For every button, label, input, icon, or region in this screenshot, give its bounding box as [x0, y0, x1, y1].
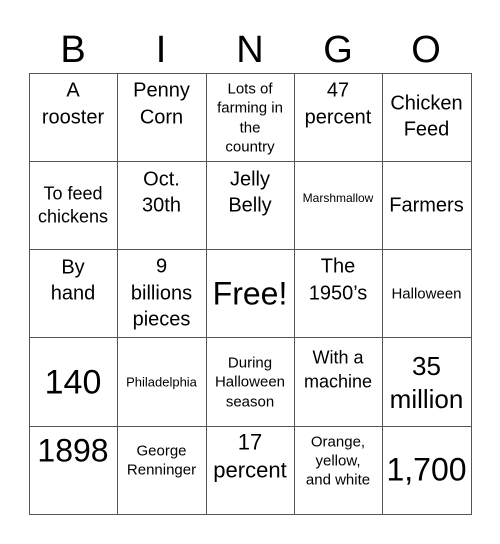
cell-text-line: Chicken	[390, 92, 463, 115]
bingo-cell-i3[interactable]: 9 billions pieces	[117, 249, 207, 338]
bingo-cell-b2[interactable]: To feed chickens	[29, 161, 118, 250]
bingo-cell-g4[interactable]: With a machine	[294, 337, 383, 427]
cell-text-line: 35	[412, 351, 441, 381]
cell-text-line: percent	[304, 106, 372, 129]
cell-text-line: A	[66, 79, 80, 102]
cell-text-line: the	[239, 119, 261, 137]
cell-text-line: Halloween	[214, 373, 286, 391]
bingo-cell-n5[interactable]: 17 percent	[206, 426, 295, 515]
cell-text-line: Halloween	[391, 285, 462, 303]
cell-text-line: Feed	[403, 118, 450, 141]
cell-text-line: Free!	[212, 275, 288, 312]
bingo-grid: Arooster Penny Corn Lots of farming in the cou…	[29, 73, 472, 515]
bingo-cell-i4[interactable]: Philadelphia	[117, 337, 207, 427]
cell-text-line: Lots of	[227, 80, 273, 98]
cell-text-line: machine	[303, 371, 373, 392]
bingo-cell-o1[interactable]: Chicken Feed	[382, 73, 472, 162]
cell-text-line: Oct.	[143, 168, 180, 191]
header-letter-b: B	[60, 29, 86, 71]
cell-text-line: The	[320, 255, 356, 278]
bingo-cell-b5[interactable]: 1898	[29, 426, 118, 515]
bingo-cell-g5[interactable]: Orange, yellow, and white	[294, 426, 383, 515]
bingo-cell-b3[interactable]: By hand	[29, 249, 118, 338]
cell-text-line: season	[225, 393, 275, 411]
bingo-cell-o5[interactable]: 1,700	[382, 426, 472, 515]
cell-text-line: pieces	[132, 308, 191, 331]
cell-text-line: yellow,	[315, 452, 361, 470]
bingo-cell-i2[interactable]: Oct. 30th	[117, 161, 207, 250]
free-space-cell[interactable]: Free!	[206, 249, 295, 338]
bingo-cell-o4[interactable]: 35 million	[382, 337, 472, 427]
cell-text-line: Marshmallow	[302, 191, 374, 205]
cell-text-line: country	[225, 138, 275, 156]
bingo-cell-i5[interactable]: George Renninger	[117, 426, 207, 515]
cell-text-line: 30th	[142, 194, 181, 217]
header-letter-g: G	[323, 29, 353, 71]
header-letter-n: N	[236, 29, 264, 71]
cell-text-line: By	[61, 256, 85, 279]
cell-text-line: and white	[305, 471, 371, 489]
cell-text-line: Corn	[139, 106, 184, 129]
cell-text-line: Penny	[133, 79, 190, 102]
cell-text-line: Philadelphia	[126, 374, 197, 390]
cell-text-line: chickens	[37, 206, 109, 227]
cell-text-line: rooster	[41, 106, 105, 129]
cell-text-line: hand	[50, 282, 96, 305]
cell-text-line: million	[389, 384, 464, 414]
cell-text-line: Farmers	[389, 194, 464, 217]
bingo-cell-g2[interactable]: Marshmallow	[294, 161, 383, 250]
bingo-cell-i1[interactable]: Penny Corn	[117, 73, 207, 162]
cell-text-line: During	[227, 354, 273, 372]
cell-text-line: Renninger	[126, 461, 197, 479]
cell-text-line: Orange,	[310, 433, 366, 451]
cell-text-line: 9	[155, 255, 168, 278]
cell-text-line: 1,700	[386, 451, 467, 488]
cell-text-line: To feed	[43, 183, 103, 204]
bingo-cell-o2[interactable]: Farmers	[382, 161, 472, 250]
cell-text-line: George	[136, 442, 187, 460]
cell-text-line: percent	[213, 457, 287, 483]
cell-text-line: 17	[237, 429, 263, 455]
cell-text-line: 140	[44, 363, 102, 402]
cell-text-line: farming in	[217, 99, 283, 117]
bingo-cell-n2[interactable]: Jelly Belly	[206, 161, 295, 250]
cell-text-line: With a	[312, 347, 364, 368]
header-letter-o: O	[411, 29, 441, 71]
cell-text-line: Jelly	[229, 168, 270, 191]
bingo-cell-o3[interactable]: Halloween	[382, 249, 472, 338]
bingo-cell-b1[interactable]: Arooster	[29, 73, 118, 162]
bingo-cell-g1[interactable]: 47 percent	[294, 73, 383, 162]
bingo-cell-b4[interactable]: 140	[29, 337, 118, 427]
bingo-cell-n1[interactable]: Lots of farming in the country	[206, 73, 295, 162]
cell-text-line: 1898	[37, 432, 109, 469]
cell-text-line: Belly	[228, 194, 272, 217]
cell-text-line: 1950’s	[308, 282, 368, 305]
header-letter-i: I	[155, 29, 167, 71]
bingo-cell-n4[interactable]: During Halloween season	[206, 337, 295, 427]
cell-text-line: 47	[326, 79, 350, 102]
bingo-cell-g3[interactable]: The 1950’s	[294, 249, 383, 338]
cell-text-line: billions	[130, 282, 193, 305]
